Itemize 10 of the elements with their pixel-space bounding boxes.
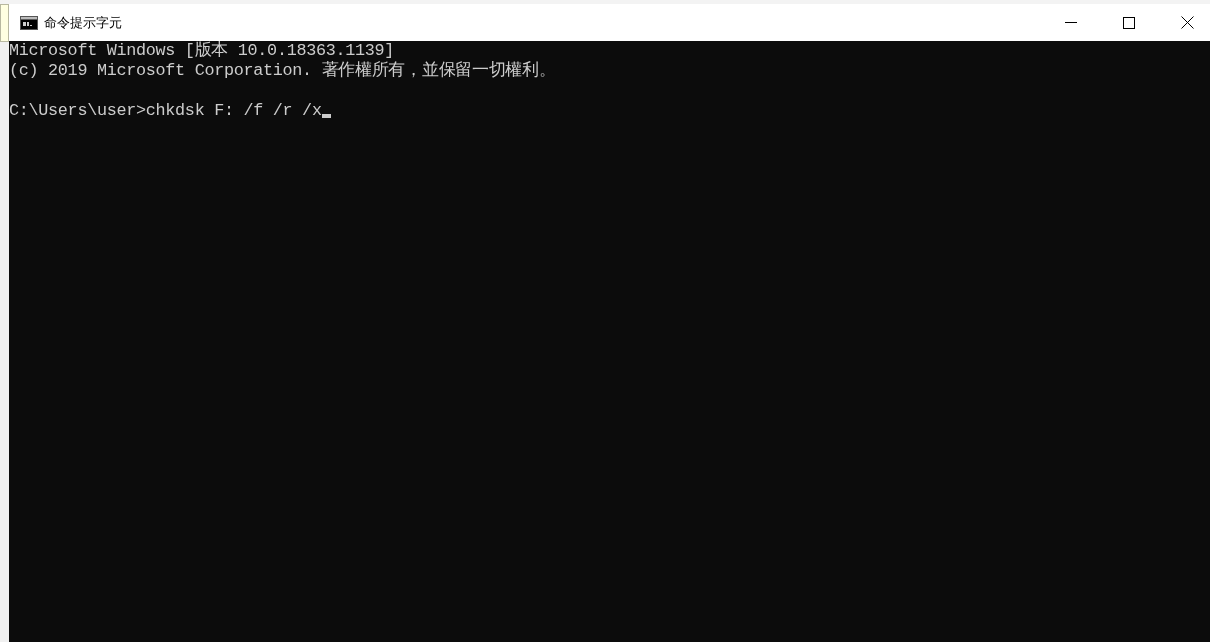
window-title: 命令提示字元 (44, 13, 122, 32)
maximize-icon (1123, 16, 1135, 29)
close-icon (1180, 16, 1194, 29)
console-line: C:\Users\user>chkdsk F: /f /r /x (9, 101, 322, 121)
minimize-icon (1065, 22, 1077, 23)
tooltip-edge (0, 4, 9, 42)
console-line: (c) 2019 Microsoft Corporation. 著作權所有，並保留一切權利。 (9, 61, 556, 81)
cursor-icon (321, 114, 331, 118)
console-line: Microsoft Windows [版本 10.0.18363.1139] (9, 41, 395, 61)
console-icon (20, 15, 38, 30)
